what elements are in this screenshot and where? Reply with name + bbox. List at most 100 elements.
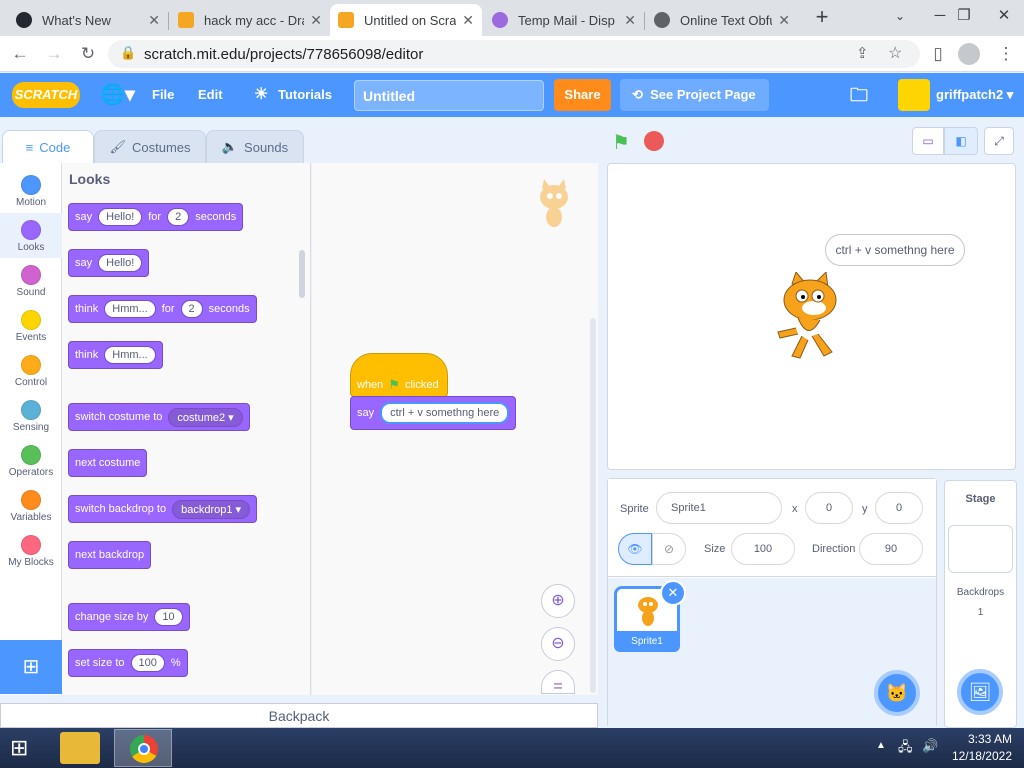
show-eye-icon[interactable]: 👁 (618, 533, 652, 565)
bookmark-star-icon[interactable]: ☆ (888, 43, 902, 63)
green-flag-icon[interactable]: ⚑ (612, 130, 630, 155)
stage-thumbnail[interactable] (948, 525, 1013, 573)
scratch-logo[interactable]: SCRATCH (12, 82, 80, 108)
say-block[interactable]: say Hello! (68, 249, 150, 277)
category-motion[interactable]: Motion (0, 168, 62, 213)
close-tab-icon[interactable]: ✕ (148, 12, 160, 29)
size-input[interactable]: 100 (731, 533, 795, 565)
normal-stage-button[interactable]: ◧ (944, 127, 978, 155)
globe-language-icon[interactable]: 🌐▾ (100, 73, 135, 117)
stage-target-pane[interactable]: Stage Backdrops 1 🖼 (944, 480, 1017, 728)
sensing-dot-icon (21, 400, 41, 420)
zoom-out-button[interactable]: ⊖ (541, 627, 575, 661)
forward-button[interactable]: → (42, 42, 66, 66)
side-panel-icon[interactable]: ▯ (926, 42, 950, 66)
stop-icon[interactable] (644, 131, 664, 151)
switch-costume-block[interactable]: switch costume to costume2 ▾ (68, 403, 250, 431)
browser-tab-scratch[interactable]: Untitled on Scratc✕ (330, 4, 482, 36)
close-window-button[interactable]: ✕ (984, 0, 1024, 32)
browser-tab-whats-new[interactable]: What's New ✕ (8, 4, 168, 36)
category-my-blocks[interactable]: My Blocks (0, 528, 62, 573)
close-tab-icon[interactable]: ✕ (310, 12, 322, 29)
direction-input[interactable]: 90 (859, 533, 923, 565)
sprite-name-input[interactable]: Sprite1 (656, 492, 782, 524)
my-stuff-folder-icon[interactable]: 🗀 (850, 73, 868, 117)
backpack-bar[interactable]: Backpack (0, 703, 598, 728)
choose-backdrop-button[interactable]: 🖼 (957, 669, 1003, 715)
username-menu[interactable]: griffpatch2 ▾ (936, 73, 1013, 117)
small-stage-button[interactable]: ▭ (912, 127, 944, 155)
chrome-taskbar-button[interactable] (114, 729, 172, 767)
choose-sprite-button[interactable]: 🐱 (874, 670, 920, 716)
windows-start-icon[interactable]: ⊞ (10, 736, 38, 760)
tray-arrow-icon[interactable]: ▲ (876, 740, 886, 751)
volume-icon[interactable]: 🔊 (922, 738, 938, 754)
say-value-input[interactable]: ctrl + v somethng here (380, 402, 510, 424)
next-backdrop-block[interactable]: next backdrop (68, 541, 152, 569)
switch-backdrop-block[interactable]: switch backdrop to backdrop1 ▾ (68, 495, 258, 523)
close-tab-icon[interactable]: ✕ (624, 12, 636, 29)
say-script-block[interactable]: say ctrl + v somethng here (350, 396, 517, 430)
see-project-page-button[interactable]: ⟲ See Project Page (620, 79, 769, 111)
browser-tab-temp-mail[interactable]: Temp Mail - Disp ✕ (484, 4, 644, 36)
x-input[interactable]: 0 (805, 492, 853, 524)
file-menu[interactable]: File (152, 73, 174, 117)
category-looks[interactable]: Looks (0, 213, 62, 258)
tab-sounds[interactable]: 🔈 Sounds (206, 130, 304, 164)
stage-canvas[interactable] (607, 163, 1016, 470)
category-sound[interactable]: Sound (0, 258, 62, 303)
category-variables[interactable]: Variables (0, 483, 62, 528)
back-button[interactable]: ← (8, 42, 32, 66)
next-costume-block[interactable]: next costume (68, 449, 148, 477)
close-tab-icon[interactable]: ✕ (778, 12, 790, 29)
close-tab-icon[interactable]: ✕ (462, 12, 474, 29)
think-block[interactable]: think Hmm... (68, 341, 163, 369)
network-icon[interactable]: 🖧 (898, 738, 913, 760)
zoom-in-button[interactable]: ⊕ (541, 584, 575, 618)
profile-avatar-icon[interactable] (958, 43, 980, 65)
think-for-secs-block[interactable]: think Hmm... for 2 seconds (68, 295, 257, 323)
hide-eye-icon[interactable]: ⊘ (652, 533, 686, 565)
delete-sprite-icon[interactable]: ✕ (660, 580, 686, 606)
user-avatar[interactable] (898, 79, 930, 111)
url-text[interactable]: scratch.mit.edu/projects/778656098/edito… (144, 46, 423, 63)
speech-bubble: ctrl + v somethng here (825, 234, 965, 266)
tab-search-icon[interactable]: ⌄ (880, 0, 920, 32)
share-icon[interactable]: ⇪ (856, 44, 869, 62)
tab-code[interactable]: ≡ Code (2, 130, 94, 164)
say-for-secs-block[interactable]: say Hello! for 2 seconds (68, 203, 244, 231)
set-size-block[interactable]: set size to 100% (68, 649, 188, 677)
file-explorer-icon[interactable] (60, 732, 100, 764)
clock-time[interactable]: 3:33 AM (952, 732, 1012, 746)
browser-tab-obfuscator[interactable]: Online Text Obfu ✕ (646, 4, 798, 36)
tab-costumes[interactable]: 🖌 Costumes (94, 130, 206, 164)
project-title-input[interactable]: Untitled (354, 80, 544, 111)
add-extension-button[interactable]: ⊞ (0, 640, 62, 694)
scratch-icon (338, 12, 354, 28)
change-size-block[interactable]: change size by 10 (68, 603, 190, 631)
clock-date[interactable]: 12/18/2022 (942, 749, 1012, 763)
category-operators[interactable]: Operators (0, 438, 62, 483)
when-flag-clicked-block[interactable]: when ⚑ clicked (350, 353, 448, 397)
edit-menu[interactable]: Edit (198, 73, 223, 117)
browser-tab-hack[interactable]: hack my acc - Dra ✕ (170, 4, 330, 36)
share-button[interactable]: Share (554, 79, 611, 111)
address-bar[interactable]: 🔒 scratch.mit.edu/projects/778656098/edi… (108, 40, 920, 68)
reload-button[interactable]: ↻ (76, 42, 100, 66)
palette-heading: Looks (69, 171, 111, 187)
category-events[interactable]: Events (0, 303, 62, 348)
category-control[interactable]: Control (0, 348, 62, 393)
zoom-reset-button[interactable]: = (541, 670, 575, 695)
fullscreen-button[interactable]: ⤢ (984, 127, 1014, 155)
tutorials-menu[interactable]: Tutorials (278, 73, 332, 117)
script-area[interactable]: when ⚑ clicked say ctrl + v somethng here ⊕… (312, 163, 598, 695)
category-sensing[interactable]: Sensing (0, 393, 62, 438)
script-scrollbar[interactable] (590, 318, 596, 693)
cat-sprite[interactable] (768, 270, 854, 364)
y-input[interactable]: 0 (875, 492, 923, 524)
restore-button[interactable]: ❐ (944, 0, 984, 32)
size-label: Size (704, 543, 726, 555)
new-tab-button[interactable]: + (810, 5, 834, 29)
palette-scrollbar[interactable] (299, 250, 305, 298)
menu-kebab-icon[interactable]: ⋮ (994, 42, 1018, 66)
